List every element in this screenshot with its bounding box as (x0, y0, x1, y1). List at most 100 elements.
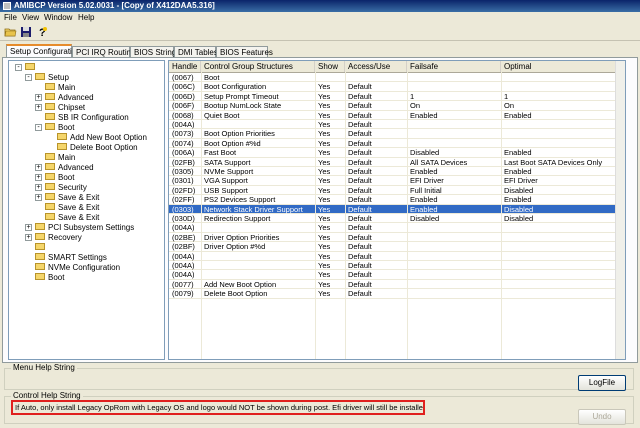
menu-view[interactable]: View (22, 12, 39, 24)
tree-item-label: Main (58, 83, 76, 92)
table-row[interactable]: (02BF) Driver Option #%d Yes Default (169, 242, 625, 252)
column-header[interactable]: Optimal (501, 61, 616, 72)
tree-item[interactable]: NVMe Configuration (35, 263, 120, 273)
tree-item[interactable]: SMART Settings (35, 253, 107, 263)
column-header[interactable]: Failsafe (407, 61, 501, 72)
table-row[interactable]: (004A) Yes Default (169, 120, 625, 130)
logfile-button[interactable]: LogFile (578, 375, 626, 391)
column-header[interactable]: Handle (169, 61, 201, 72)
expand-toggle-icon[interactable]: + (35, 194, 42, 201)
menu-window[interactable]: Window (44, 12, 72, 24)
tree-item[interactable]: Delete Boot Option (57, 143, 138, 153)
setup-tree[interactable]: - - Setup Main + Advanced + Chipset SB IR Config… (8, 60, 165, 360)
menu-file[interactable]: File (4, 12, 17, 24)
tree-item[interactable]: Recovery (35, 233, 82, 243)
tree-item[interactable]: Security (45, 183, 87, 193)
table-row[interactable]: (0077) Add New Boot Option Yes Default (169, 280, 625, 290)
table-row[interactable]: (0073) Boot Option Priorities Yes Default (169, 129, 625, 139)
tree-item[interactable]: Main (45, 83, 75, 93)
tree-item[interactable] (35, 243, 48, 253)
table-cell: Default (348, 157, 372, 167)
tree-item[interactable]: PCI Subsystem Settings (35, 223, 134, 233)
save-icon[interactable] (20, 26, 33, 38)
table-cell: Full Initial (410, 185, 442, 195)
tree-item[interactable]: Main (45, 153, 75, 163)
table-cell: Default (348, 82, 372, 92)
tree-item[interactable]: Chipset (45, 103, 85, 113)
table-cell: Default (348, 120, 372, 129)
folder-icon (45, 153, 55, 161)
table-cell: Disabled (504, 204, 534, 214)
table-row[interactable]: (02FF) PS2 Devices Support Yes Default Enabl… (169, 195, 625, 205)
tree-item[interactable]: Save & Exit (45, 203, 99, 213)
folder-icon (45, 83, 55, 91)
table-row[interactable]: (006D) Setup Prompt Timeout Yes Default 1 1 (169, 91, 625, 102)
table-row[interactable]: (0068) Quiet Boot Yes Default Enabled Enabled (169, 111, 625, 120)
expand-toggle-icon[interactable]: + (35, 104, 42, 111)
open-folder-icon[interactable] (4, 26, 17, 38)
table-cell: Driver Option #%d (204, 242, 266, 252)
table-row[interactable]: (02BE) Driver Option Priorities Yes Default (169, 232, 625, 243)
table-cell: (0073) (172, 129, 194, 139)
table-row[interactable]: (004A) Yes Default (169, 261, 625, 271)
expand-toggle-icon[interactable]: + (35, 184, 42, 191)
table-row[interactable]: (004A) Yes Default (169, 252, 625, 261)
tree-item[interactable]: SB IR Configuration (45, 113, 129, 123)
collapse-toggle-icon[interactable]: - (25, 74, 32, 81)
menu-help[interactable]: Help (78, 12, 94, 24)
table-row[interactable]: (0074) Boot Option #%d Yes Default (169, 139, 625, 149)
undo-button[interactable]: Undo (578, 409, 626, 425)
folder-icon (45, 93, 55, 101)
menu-help-label: Menu Help String (11, 363, 77, 372)
table-row[interactable]: (006C) Boot Configuration Yes Default (169, 82, 625, 92)
tree-item[interactable]: Save & Exit (45, 193, 99, 203)
table-row[interactable]: (006F) Bootup NumLock State Yes Default On On (169, 101, 625, 111)
collapse-toggle-icon[interactable]: - (15, 64, 22, 71)
table-row[interactable]: (0303) Network Stack Driver Support Yes Def… (169, 204, 625, 214)
column-header[interactable]: Access/Use (345, 61, 407, 72)
table-cell: Yes (318, 232, 331, 242)
column-header[interactable]: Show (315, 61, 345, 72)
table-row[interactable]: (004A) Yes Default (169, 270, 625, 280)
table-cell: USB Support (204, 185, 248, 195)
collapse-toggle-icon[interactable]: - (35, 124, 42, 131)
tree-item[interactable]: Boot (35, 273, 64, 283)
tree-item[interactable]: Boot (45, 173, 74, 183)
tree-item[interactable]: Add New Boot Option (57, 133, 147, 143)
table-cell: Quiet Boot (204, 110, 240, 120)
expand-toggle-icon[interactable]: + (35, 164, 42, 171)
tree-item[interactable]: Advanced (45, 163, 94, 173)
table-row[interactable]: (0079) Delete Boot Option Yes Default (169, 289, 625, 299)
app-icon (3, 2, 11, 10)
toolbar: ? (0, 24, 640, 41)
tree-item[interactable]: Save & Exit (45, 213, 99, 223)
grid-scrollbar[interactable] (615, 61, 625, 359)
table-row[interactable]: (006A) Fast Boot Yes Default Disabled Enabled (169, 148, 625, 158)
table-row[interactable]: (02FB) SATA Support Yes Default All SATA Dev… (169, 158, 625, 167)
tree-item[interactable] (25, 63, 38, 73)
table-cell: Yes (318, 110, 331, 120)
table-row[interactable]: (0305) NVMe Support Yes Default Enabled Enabl… (169, 167, 625, 177)
expand-toggle-icon[interactable]: + (25, 224, 32, 231)
table-row[interactable]: (0067) Boot (169, 73, 625, 83)
table-row[interactable]: (0301) VGA Support Yes Default EFI Driver EFI… (169, 176, 625, 186)
tab-setup-configuration[interactable]: Setup Configuration (6, 44, 81, 58)
control-grid[interactable]: Handle Control Group Structures Show Access… (168, 60, 626, 360)
table-row[interactable]: (030D) Redirection Support Yes Default Disab… (169, 214, 625, 224)
table-cell: Yes (318, 91, 331, 101)
table-cell: (004A) (172, 223, 195, 233)
column-header[interactable]: Control Group Structures (201, 61, 315, 72)
expand-toggle-icon[interactable]: + (25, 234, 32, 241)
tree-item[interactable]: Advanced (45, 93, 94, 103)
expand-toggle-icon[interactable]: + (35, 174, 42, 181)
table-cell: Boot (204, 73, 220, 82)
tree-item[interactable]: Setup (35, 73, 69, 83)
help-icon[interactable]: ? (36, 26, 49, 39)
table-cell: Disabled (410, 214, 440, 223)
table-cell: Default (348, 204, 372, 214)
table-row[interactable]: (004A) Yes Default (169, 223, 625, 233)
tree-item[interactable]: Boot (45, 123, 74, 133)
table-row[interactable]: (02FD) USB Support Yes Default Full Initial D… (169, 185, 625, 196)
title-bar[interactable]: AMIBCP Version 5.02.0031 - [Copy of X412… (0, 0, 640, 12)
expand-toggle-icon[interactable]: + (35, 94, 42, 101)
